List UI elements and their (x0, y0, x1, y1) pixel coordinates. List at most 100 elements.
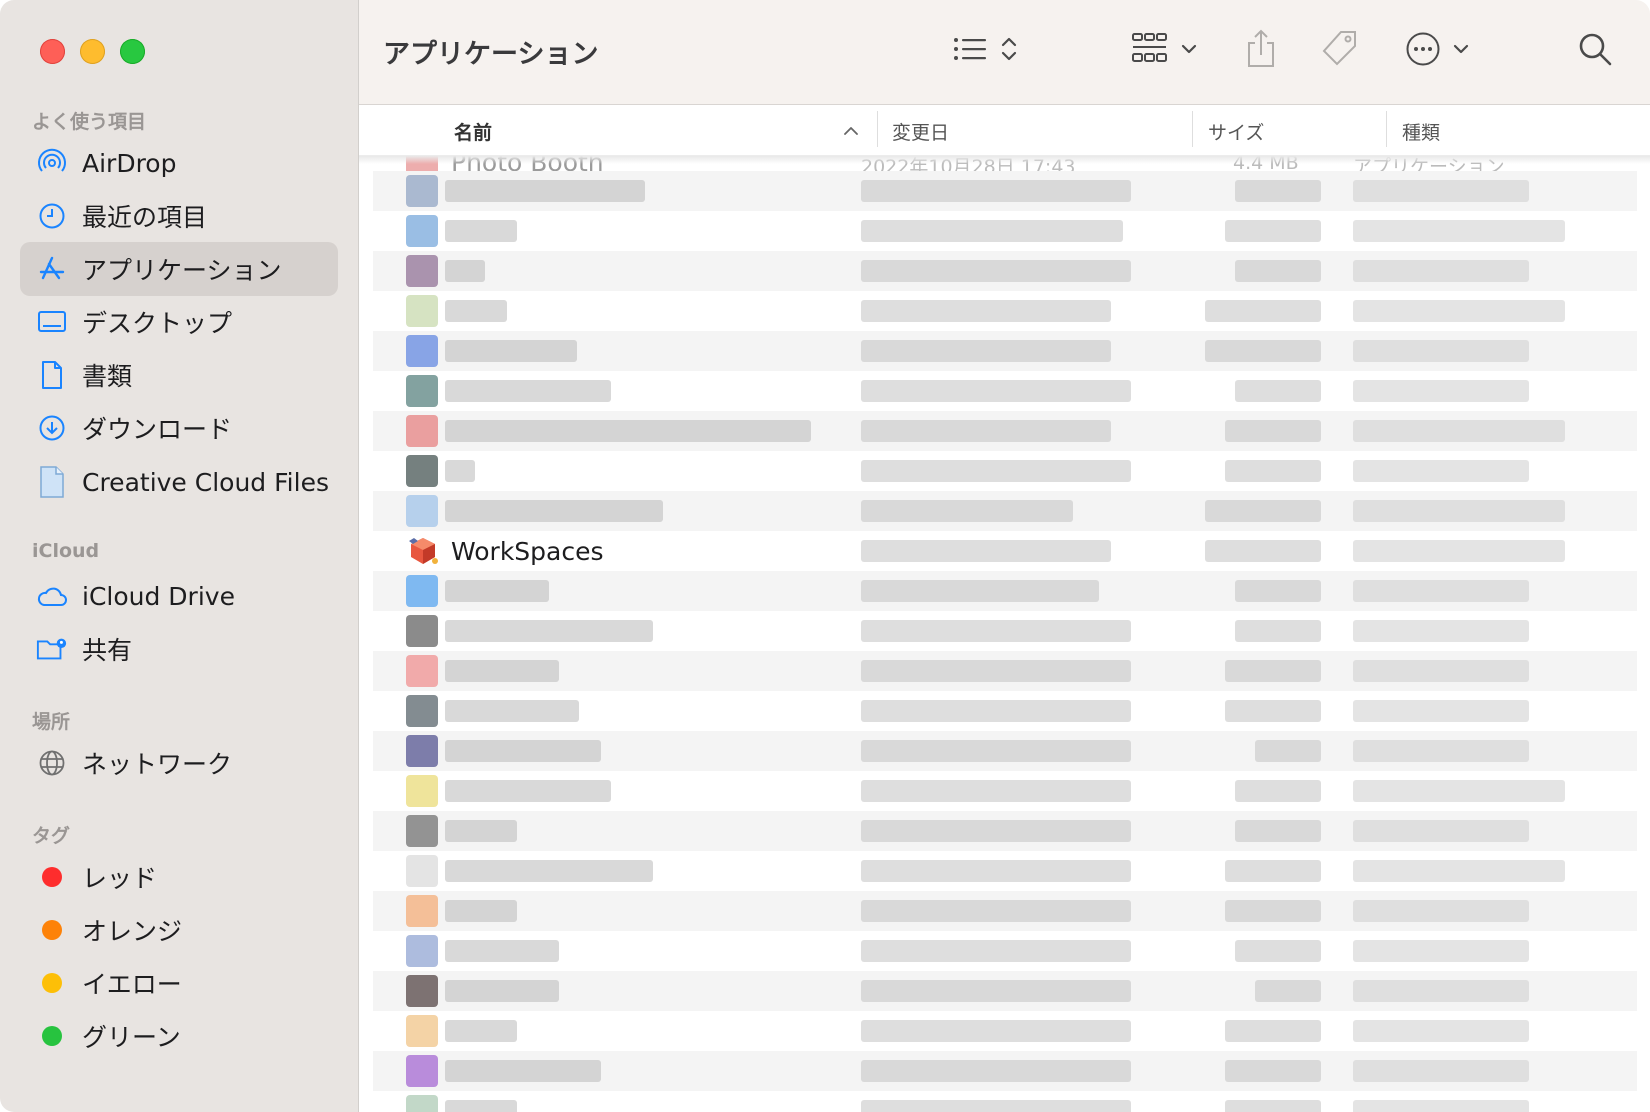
tag-color-dot (36, 914, 68, 946)
column-kind[interactable]: 種類 (1402, 118, 1440, 145)
sidebar-item-tag-orange[interactable]: オレンジ (20, 903, 338, 957)
app-icon (406, 215, 438, 247)
column-size[interactable]: サイズ (1208, 118, 1264, 145)
list-row-blurred[interactable] (373, 171, 1637, 211)
sort-updown-icon (1001, 35, 1017, 68)
sidebar-item-network[interactable]: ネットワーク (20, 736, 338, 790)
group-grid-icon (1131, 32, 1169, 71)
workspaces-app-icon (406, 535, 440, 572)
blurred-kind (1353, 300, 1565, 322)
blurred-name (445, 1020, 517, 1042)
list-row-blurred[interactable] (373, 1091, 1637, 1112)
blurred-kind (1353, 660, 1529, 682)
blurred-date (861, 620, 1131, 642)
column-modified[interactable]: 変更日 (892, 118, 949, 145)
blurred-kind (1353, 540, 1565, 562)
close-button[interactable] (40, 39, 65, 64)
blurred-date (861, 220, 1123, 242)
blurred-kind (1353, 820, 1529, 842)
list-row-blurred[interactable] (373, 251, 1637, 291)
column-divider[interactable] (1386, 111, 1387, 147)
app-icon (406, 1015, 438, 1047)
blurred-name (445, 300, 507, 322)
list-row-blurred[interactable] (373, 971, 1637, 1011)
app-icon (406, 975, 438, 1007)
list-row-blurred[interactable] (373, 411, 1637, 451)
list-row-blurred[interactable] (373, 731, 1637, 771)
app-icon (406, 415, 438, 447)
blurred-size (1235, 380, 1321, 402)
sidebar-item-desktop[interactable]: デスクトップ (20, 295, 338, 349)
sidebar-item-icloud-drive[interactable]: iCloud Drive (20, 569, 338, 623)
sidebar-item-airdrop[interactable]: AirDrop (20, 136, 338, 190)
list-row-blurred[interactable] (373, 291, 1637, 331)
column-name[interactable]: 名前 (454, 118, 492, 145)
sidebar-item-documents[interactable]: 書類 (20, 348, 338, 402)
download-icon (36, 412, 68, 444)
list-row-blurred[interactable] (373, 611, 1637, 651)
list-row-blurred[interactable] (373, 1011, 1637, 1051)
blurred-name (445, 820, 517, 842)
list-row-blurred[interactable] (373, 931, 1637, 971)
sidebar-item-downloads[interactable]: ダウンロード (20, 401, 338, 455)
list-row-blurred[interactable] (373, 211, 1637, 251)
list-row-blurred[interactable] (373, 331, 1637, 371)
app-icon (406, 935, 438, 967)
view-options-button[interactable] (953, 28, 1017, 74)
minimize-button[interactable] (80, 39, 105, 64)
column-divider[interactable] (1192, 111, 1193, 147)
column-divider[interactable] (877, 111, 878, 147)
list-row-blurred[interactable] (373, 451, 1637, 491)
blurred-date (861, 540, 1111, 562)
list-row-blurred[interactable] (373, 371, 1637, 411)
list-row-blurred[interactable] (373, 651, 1637, 691)
blurred-name (445, 260, 485, 282)
blurred-size (1205, 340, 1321, 362)
blurred-date (861, 580, 1099, 602)
list-row-blurred[interactable] (373, 851, 1637, 891)
sidebar-item-creative-cloud[interactable]: Creative Cloud Files (20, 455, 338, 509)
blurred-name (445, 700, 579, 722)
file-list[interactable]: Photo Booth 2022年10月28日 17:43 4.4 MB アプリ… (359, 156, 1650, 1112)
group-button[interactable] (1131, 28, 1197, 74)
section-heading-icloud: iCloud (32, 540, 100, 562)
list-row-blurred[interactable] (373, 571, 1637, 611)
app-icon (406, 855, 438, 887)
sidebar-item-applications[interactable]: アプリケーション (20, 242, 338, 296)
app-icon (406, 175, 438, 207)
blurred-name (445, 460, 475, 482)
more-actions-button[interactable] (1405, 28, 1469, 74)
search-button[interactable] (1577, 28, 1613, 74)
list-view-icon (953, 35, 987, 68)
zoom-button[interactable] (120, 39, 145, 64)
blurred-date (861, 860, 1131, 882)
sidebar-item-recents[interactable]: 最近の項目 (20, 189, 338, 243)
tag-button[interactable] (1319, 28, 1359, 74)
sidebar-item-tag-yellow[interactable]: イエロー (20, 956, 338, 1010)
blurred-size (1235, 820, 1321, 842)
app-icon (406, 615, 438, 647)
blurred-size (1225, 700, 1321, 722)
blurred-date (861, 660, 1131, 682)
sidebar-item-tag-green[interactable]: グリーン (20, 1009, 338, 1063)
applications-icon (36, 253, 68, 285)
share-button[interactable] (1245, 28, 1277, 74)
list-row-blurred[interactable] (373, 491, 1637, 531)
list-row-blurred[interactable] (373, 691, 1637, 731)
list-row-blurred[interactable] (373, 771, 1637, 811)
sidebar-item-shared[interactable]: 共有 (20, 622, 338, 676)
app-icon (406, 895, 438, 927)
blurred-size (1255, 740, 1321, 762)
sidebar-item-label: Creative Cloud Files (82, 467, 329, 497)
list-row-blurred[interactable] (373, 891, 1637, 931)
window-controls (40, 39, 145, 64)
clock-icon (36, 200, 68, 232)
list-row-blurred[interactable] (373, 811, 1637, 851)
sidebar-item-label: ダウンロード (82, 415, 233, 444)
tag-color-dot (36, 967, 68, 999)
list-row-blurred[interactable] (373, 1051, 1637, 1091)
list-row-workspaces[interactable]: WorkSpaces (373, 531, 1637, 571)
sidebar-item-tag-red[interactable]: レッド (20, 850, 338, 904)
blurred-kind (1353, 620, 1529, 642)
blurred-kind (1353, 900, 1529, 922)
